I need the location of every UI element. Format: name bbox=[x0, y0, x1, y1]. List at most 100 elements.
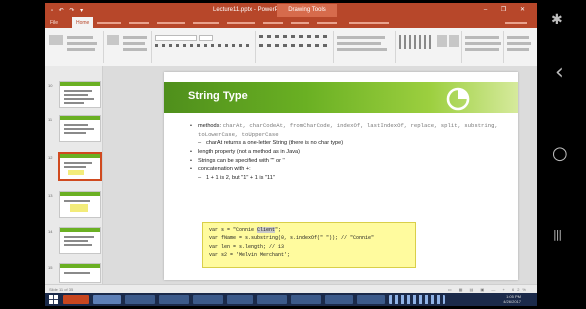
taskbar-app[interactable] bbox=[93, 295, 121, 304]
slide-thumbnail[interactable] bbox=[59, 191, 101, 218]
shapes-gallery[interactable] bbox=[399, 35, 433, 49]
text-direction-button[interactable] bbox=[337, 36, 385, 39]
select-button[interactable] bbox=[507, 48, 529, 51]
bullet-concatenation: concatenation with +: bbox=[190, 165, 510, 174]
tab-transitions[interactable] bbox=[157, 22, 185, 24]
tab-animations[interactable] bbox=[193, 22, 219, 24]
tab-design[interactable] bbox=[129, 22, 149, 24]
convert-smartart-button[interactable] bbox=[337, 48, 387, 51]
shape-format-group[interactable] bbox=[463, 31, 504, 63]
shape-effects-button[interactable] bbox=[465, 48, 499, 51]
font-format-buttons[interactable] bbox=[155, 44, 251, 47]
taskbar-app[interactable] bbox=[291, 295, 321, 304]
view-zoom-controls[interactable]: ▭ ▦ ▤ ▣ — + 62% bbox=[448, 287, 529, 292]
ribbon-home bbox=[45, 28, 537, 67]
list-buttons[interactable] bbox=[259, 35, 329, 38]
tab-review[interactable] bbox=[263, 22, 283, 24]
slide-thumbnail[interactable] bbox=[59, 81, 101, 108]
quick-access-toolbar[interactable]: ▫ ↶ ↷ ▾ bbox=[51, 7, 85, 14]
code-line: var fName = s.substring(0, s.indexOf(" "… bbox=[209, 235, 375, 242]
bullet-methods: methods: charAt, charCodeAt, fromCharCod… bbox=[190, 122, 510, 139]
thumbnail-number: 13 bbox=[48, 193, 53, 198]
slide-thumbnails-pane: 10 11 12 13 14 15 bbox=[45, 66, 103, 284]
slides-group[interactable] bbox=[105, 31, 152, 63]
code-line: var s = "Connie Client"; bbox=[209, 227, 282, 233]
tab-home[interactable]: Home bbox=[72, 17, 94, 28]
taskbar-app[interactable] bbox=[227, 295, 253, 304]
bullet-text: methods: bbox=[198, 123, 223, 129]
window-controls[interactable]: – ❐ ✕ bbox=[484, 6, 531, 13]
thumbnail-number: 12 bbox=[48, 155, 53, 160]
replace-button[interactable] bbox=[507, 42, 531, 45]
slide-header-bar: String Type bbox=[164, 82, 518, 113]
tab-view[interactable] bbox=[291, 22, 309, 24]
drawing-group[interactable] bbox=[397, 31, 462, 63]
taskbar-app[interactable] bbox=[159, 295, 189, 304]
tab-format[interactable] bbox=[317, 22, 337, 24]
tab-file[interactable]: File bbox=[50, 20, 58, 26]
slide-content-textbox[interactable]: methods: charAt, charCodeAt, fromCharCod… bbox=[190, 122, 510, 183]
code-line: var s2 = 'Melvin Merchant'; bbox=[209, 251, 291, 258]
context-tab-drawing-tools[interactable]: Drawing Tools bbox=[277, 4, 337, 17]
person-icon[interactable]: ✱ bbox=[551, 12, 563, 28]
section-button[interactable] bbox=[123, 48, 147, 51]
code-example-box[interactable]: var s = "Connie Client"; var fName = s.s… bbox=[202, 222, 416, 268]
layout-button[interactable] bbox=[123, 36, 147, 39]
shape-fill-button[interactable] bbox=[465, 36, 499, 39]
paragraph-group[interactable] bbox=[257, 31, 334, 63]
text-direction-group[interactable] bbox=[335, 31, 396, 63]
cut-button[interactable] bbox=[67, 36, 93, 39]
tab-slide-show[interactable] bbox=[227, 22, 255, 24]
copy-button[interactable] bbox=[67, 42, 97, 45]
align-buttons[interactable] bbox=[259, 44, 329, 47]
paste-icon[interactable] bbox=[49, 35, 63, 45]
reset-button[interactable] bbox=[123, 42, 145, 45]
back-icon[interactable]: ‹ bbox=[555, 60, 564, 85]
recents-icon[interactable]: ||| bbox=[553, 228, 562, 241]
taskbar-app[interactable] bbox=[357, 295, 385, 304]
taskbar-app[interactable] bbox=[193, 295, 223, 304]
find-button[interactable] bbox=[507, 36, 529, 39]
clipboard-group[interactable] bbox=[47, 31, 104, 63]
taskbar-powerpoint-app[interactable] bbox=[63, 295, 89, 304]
methods-list: charAt, charCodeAt, fromCharCode, indexO… bbox=[198, 122, 498, 138]
new-slide-icon[interactable] bbox=[107, 35, 119, 45]
sub-bullet-charat: charAt returns a one-letter String (ther… bbox=[190, 139, 510, 148]
slide-thumbnail[interactable] bbox=[59, 115, 101, 142]
ribbon-tabs: File Home bbox=[45, 17, 537, 28]
bullet-quotes: Strings can be specified with "" or '' bbox=[190, 157, 510, 166]
slide-thumbnail[interactable] bbox=[59, 263, 101, 283]
arrange-icon[interactable] bbox=[437, 35, 447, 47]
thumbnail-number: 10 bbox=[48, 83, 53, 88]
phone-navigation-bar: ✱ ‹ ○ ||| bbox=[540, 0, 586, 309]
windows-taskbar: 1:05 PM 4/26/2017 bbox=[45, 293, 537, 306]
taskbar-app[interactable] bbox=[257, 295, 287, 304]
current-slide[interactable]: String Type methods: charAt, charCodeAt,… bbox=[164, 72, 518, 280]
tell-me-box[interactable] bbox=[349, 22, 389, 24]
tab-insert[interactable] bbox=[97, 22, 121, 24]
home-icon[interactable]: ○ bbox=[552, 143, 568, 164]
font-size-select[interactable] bbox=[199, 35, 213, 41]
slide-thumbnail[interactable] bbox=[59, 227, 101, 254]
windows-start-icon[interactable] bbox=[49, 295, 58, 304]
align-text-button[interactable] bbox=[337, 42, 381, 45]
slide-title[interactable]: String Type bbox=[188, 90, 248, 102]
slide-thumbnail-selected[interactable] bbox=[58, 152, 102, 181]
share-button[interactable] bbox=[505, 22, 527, 24]
thumbnail-number: 15 bbox=[48, 265, 53, 270]
format-painter-button[interactable] bbox=[67, 48, 95, 51]
taskbar-clock[interactable]: 1:05 PM 4/26/2017 bbox=[503, 294, 521, 304]
taskbar-app[interactable] bbox=[325, 295, 353, 304]
clock-date: 4/26/2017 bbox=[503, 298, 521, 304]
shape-outline-button[interactable] bbox=[465, 42, 501, 45]
font-name-select[interactable] bbox=[155, 35, 197, 41]
thumbnail-number: 11 bbox=[48, 117, 53, 122]
pie-chart-logo-icon bbox=[446, 87, 470, 111]
font-group[interactable] bbox=[153, 31, 256, 63]
quick-styles-icon[interactable] bbox=[449, 35, 459, 47]
editing-group[interactable] bbox=[505, 31, 535, 63]
thumbnail-number: 14 bbox=[48, 229, 53, 234]
taskbar-app[interactable] bbox=[125, 295, 155, 304]
slide-counter: Slide 11 of 35 bbox=[49, 287, 74, 292]
system-tray-icons[interactable] bbox=[389, 295, 445, 304]
